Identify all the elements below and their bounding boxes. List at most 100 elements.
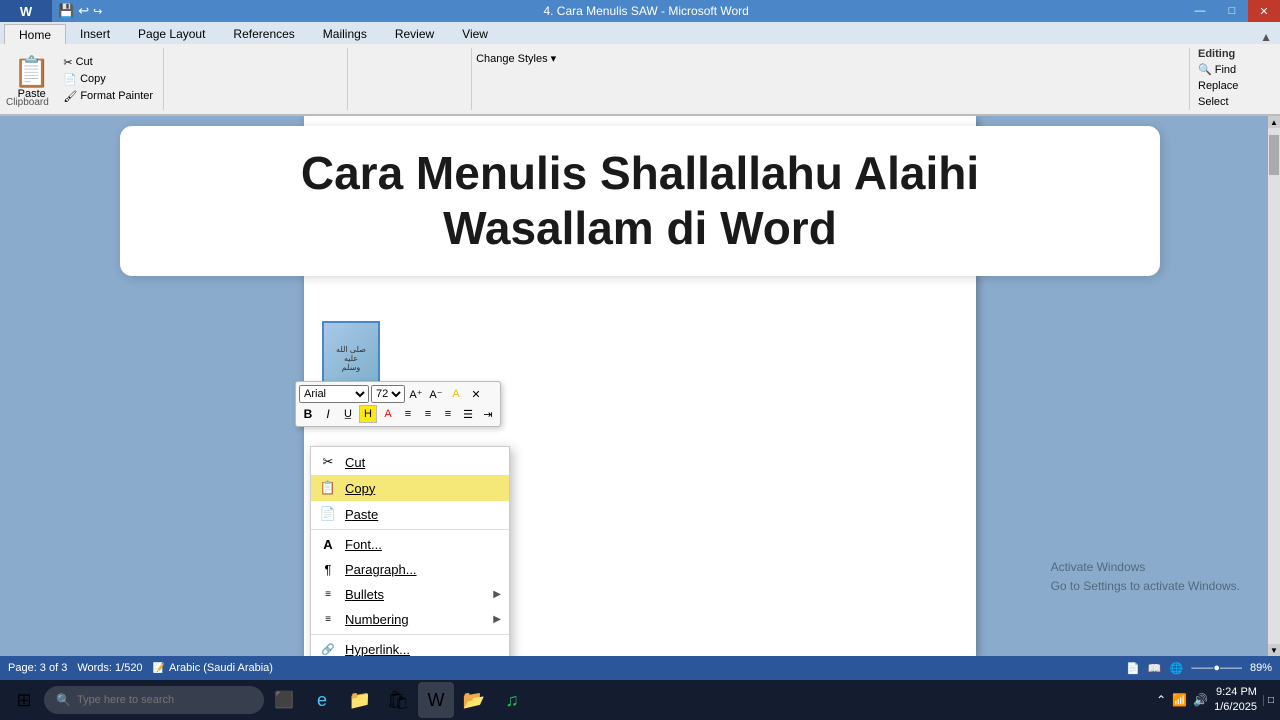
- bullets-icon: ≡: [319, 589, 337, 600]
- ctx-bullets[interactable]: ≡ Bullets ▶: [311, 582, 509, 607]
- taskbar-files-icon[interactable]: 📂: [456, 682, 492, 718]
- cut-button[interactable]: ✂Cut: [61, 55, 155, 70]
- align-center-button[interactable]: ≡: [419, 405, 437, 423]
- ctx-paragraph[interactable]: ¶ Paragraph...: [311, 557, 509, 582]
- search-input[interactable]: [77, 694, 237, 706]
- quick-access-toolbar: 💾 ↩ ↪: [52, 3, 108, 19]
- view-normal-icon[interactable]: 📄: [1126, 662, 1140, 675]
- zoom-level: 89%: [1250, 662, 1272, 674]
- taskbar-spotify-icon[interactable]: ♫: [494, 682, 530, 718]
- change-styles-button[interactable]: Change Styles ▾: [476, 52, 556, 65]
- task-view-button[interactable]: ⬛: [266, 682, 302, 718]
- ribbon-expand-icon[interactable]: ▲: [1252, 30, 1280, 44]
- vertical-scrollbar[interactable]: ▲ ▼: [1268, 116, 1280, 656]
- ctx-cut[interactable]: ✂ Cut: [311, 449, 509, 475]
- align-right-button[interactable]: ≡: [439, 405, 457, 423]
- cut-icon: ✂: [319, 454, 337, 470]
- grow-font-button[interactable]: A⁺: [407, 385, 425, 403]
- ctx-paste[interactable]: 📄 Paste: [311, 501, 509, 527]
- font-section: [168, 48, 348, 110]
- copy-button[interactable]: 📄Copy: [61, 72, 155, 87]
- start-button[interactable]: ⊞: [6, 682, 42, 718]
- paste-label: Paste: [345, 507, 378, 522]
- search-bar[interactable]: 🔍: [44, 686, 264, 714]
- bold-button[interactable]: B: [299, 405, 317, 423]
- redo-button[interactable]: ↪: [93, 5, 102, 18]
- copy-icon: 📋: [319, 480, 337, 496]
- maximize-button[interactable]: □: [1216, 0, 1248, 22]
- document-area: Cara Menulis Shallallahu Alaihi Wasallam…: [0, 116, 1280, 656]
- ctx-copy[interactable]: 📋 Copy: [311, 475, 509, 501]
- paste-button[interactable]: 📋 Paste: [6, 55, 57, 103]
- format-painter-button[interactable]: 🖌Format Painter: [61, 89, 155, 104]
- hyperlink-icon: 🔗: [319, 643, 337, 656]
- window-controls: — □ ✕: [1184, 0, 1280, 22]
- system-icons[interactable]: ⌃: [1156, 693, 1166, 707]
- italic-button[interactable]: I: [319, 405, 337, 423]
- font-color-button[interactable]: A: [379, 405, 397, 423]
- paragraph-label: Paragraph...: [345, 562, 417, 577]
- find-button[interactable]: 🔍 Find: [1198, 62, 1274, 77]
- save-button[interactable]: 💾: [58, 3, 74, 19]
- taskbar-edge-icon[interactable]: e: [304, 682, 340, 718]
- network-icon[interactable]: 📶: [1172, 693, 1187, 707]
- close-button[interactable]: ✕: [1248, 0, 1280, 22]
- select-button[interactable]: Select: [1198, 95, 1274, 109]
- list-button[interactable]: ☰: [459, 405, 477, 423]
- taskbar-right: ⌃ 📶 🔊 9:24 PM 1/6/2025 □: [1156, 685, 1274, 716]
- view-web-icon[interactable]: 🌐: [1170, 662, 1184, 675]
- taskbar-store-icon[interactable]: 🛍: [380, 682, 416, 718]
- ctx-font[interactable]: A Font...: [311, 532, 509, 557]
- minimize-button[interactable]: —: [1184, 0, 1216, 22]
- taskbar-explorer-icon[interactable]: 📁: [342, 682, 378, 718]
- paragraph-icon: ¶: [319, 562, 337, 577]
- numbering-arrow: ▶: [493, 614, 501, 625]
- indent-button[interactable]: ⇥: [479, 405, 497, 423]
- scrollbar-thumb[interactable]: [1269, 135, 1279, 175]
- replace-button[interactable]: Replace: [1198, 79, 1274, 93]
- word-logo: W: [0, 0, 52, 22]
- taskbar-word-icon[interactable]: W: [418, 682, 454, 718]
- tab-insert[interactable]: Insert: [66, 24, 124, 44]
- numbering-label: Numbering: [345, 612, 485, 627]
- editing-label: Editing: [1198, 48, 1274, 60]
- bullets-label: Bullets: [345, 587, 485, 602]
- tab-mailings[interactable]: Mailings: [309, 24, 381, 44]
- tab-home[interactable]: Home: [4, 24, 66, 44]
- tab-review[interactable]: Review: [381, 24, 448, 44]
- tab-references[interactable]: References: [219, 24, 308, 44]
- highlight-button[interactable]: H: [359, 405, 377, 423]
- volume-icon[interactable]: 🔊: [1193, 693, 1208, 707]
- undo-button[interactable]: ↩: [78, 3, 89, 19]
- ctx-numbering[interactable]: ≡ Numbering ▶: [311, 607, 509, 632]
- tab-view[interactable]: View: [448, 24, 502, 44]
- word-count: Words: 1/520: [77, 662, 142, 674]
- align-left-button[interactable]: ≡: [399, 405, 417, 423]
- highlight-color-button[interactable]: A: [447, 385, 465, 403]
- font-select[interactable]: Arial: [299, 385, 369, 403]
- article-title: Cara Menulis Shallallahu Alaihi Wasallam…: [150, 146, 1130, 256]
- zoom-slider[interactable]: ——●——: [1191, 662, 1242, 674]
- cut-label: Cut: [345, 455, 365, 470]
- scrollbar-up-button[interactable]: ▲: [1268, 116, 1280, 128]
- language-indicator: 📝 Arabic (Saudi Arabia): [153, 662, 273, 674]
- clipboard-label: Clipboard: [6, 97, 49, 108]
- clock[interactable]: 9:24 PM 1/6/2025: [1214, 685, 1257, 716]
- title-bar-title: 4. Cara Menulis SAW - Microsoft Word: [108, 4, 1184, 18]
- underline-button[interactable]: U̲: [339, 405, 357, 423]
- ctx-hyperlink[interactable]: 🔗 Hyperlink...: [311, 637, 509, 656]
- size-select[interactable]: 72: [371, 385, 405, 403]
- view-reading-icon[interactable]: 📖: [1148, 662, 1162, 675]
- taskbar: ⊞ 🔍 ⬛ e 📁 🛍 W 📂 ♫ ⌃ 📶 🔊 9:24 PM 1/6/2025…: [0, 680, 1280, 720]
- scrollbar-down-button[interactable]: ▼: [1268, 644, 1280, 656]
- copy-label: Copy: [345, 481, 375, 496]
- paste-icon: 📄: [319, 506, 337, 522]
- activate-watermark: Activate Windows Go to Settings to activ…: [1051, 558, 1240, 596]
- shrink-font-button[interactable]: A⁻: [427, 385, 445, 403]
- numbering-icon: ≡: [319, 614, 337, 625]
- tab-page-layout[interactable]: Page Layout: [124, 24, 219, 44]
- page-count: Page: 3 of 3: [8, 662, 67, 674]
- editing-section: Editing 🔍 Find Replace Select: [1194, 48, 1274, 110]
- show-desktop-button[interactable]: □: [1263, 695, 1274, 706]
- clear-format-button[interactable]: ✕: [467, 385, 485, 403]
